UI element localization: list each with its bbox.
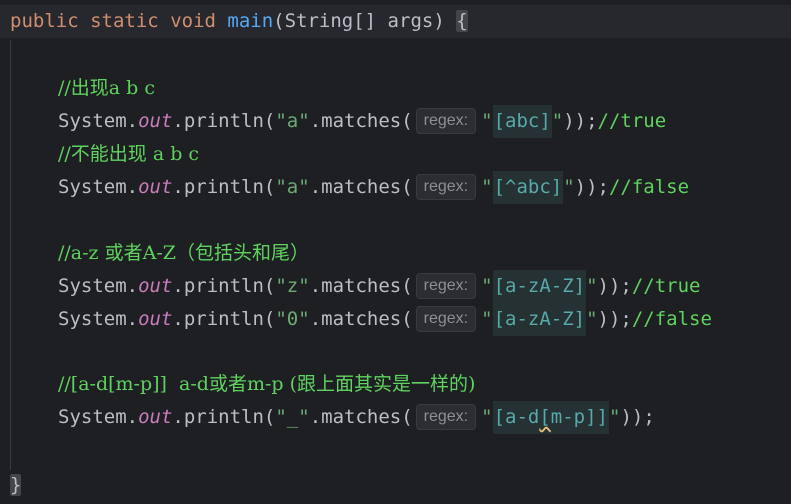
keyword-static: static — [90, 10, 159, 32]
open-quote: " — [481, 406, 493, 428]
code-line-signature[interactable]: public static void main(String[] args) { — [10, 5, 468, 38]
trailing-comment: //false — [608, 176, 690, 198]
keyword-void: void — [170, 10, 216, 32]
code-line-closing-brace[interactable]: } — [10, 469, 22, 502]
subject-string: "0" — [275, 308, 310, 330]
code-line-comment[interactable]: //不能出现 a b c — [58, 138, 199, 171]
out-field: out — [138, 176, 173, 198]
subject-string: "a" — [275, 176, 310, 198]
code-editor[interactable]: public static void main(String[] args) {… — [0, 0, 791, 504]
system-prefix: System. — [58, 176, 139, 198]
open-quote: " — [481, 275, 493, 297]
close-quote: " — [586, 308, 598, 330]
statement-tail: )); — [574, 176, 609, 198]
indent-guide — [10, 40, 11, 470]
println-call: .println( — [172, 110, 276, 132]
matches-call: .matches( — [309, 110, 413, 132]
close-quote: " — [551, 110, 564, 132]
subject-string: "a" — [275, 110, 310, 132]
code-line-comment[interactable]: //出现a b c — [58, 72, 155, 105]
close-quote: " — [608, 406, 621, 428]
subject-string: "z" — [275, 275, 310, 297]
method-name: main — [227, 10, 274, 32]
close-quote: " — [586, 275, 598, 297]
regex-literal: [a-zA-Z] — [492, 303, 587, 336]
inlay-hint-regex: regex: — [415, 107, 477, 134]
println-call: .println( — [172, 308, 276, 330]
regex-part: m-p]] — [550, 406, 608, 428]
inlay-hint-regex: regex: — [415, 403, 477, 430]
matches-call: .matches( — [309, 308, 413, 330]
regex-literal: [abc] — [492, 105, 552, 138]
statement-tail: )); — [620, 406, 655, 428]
code-line-comment[interactable]: //a-z 或者A-Z（包括头和尾） — [58, 237, 309, 270]
matches-call: .matches( — [309, 176, 413, 198]
close-quote: " — [563, 176, 575, 198]
open-brace: { — [456, 10, 468, 32]
println-call: .println( — [172, 275, 276, 297]
trailing-comment: //false — [631, 308, 712, 330]
open-quote: " — [481, 176, 493, 198]
comment-text: //a-z 或者A-Z（包括头和尾） — [58, 242, 309, 264]
trailing-comment: //true — [597, 110, 667, 132]
trailing-comment: //true — [631, 275, 701, 297]
inlay-hint-regex: regex: — [415, 272, 477, 299]
statement-tail: )); — [563, 110, 598, 132]
println-call: .println( — [172, 176, 276, 198]
inlay-hint-regex: regex: — [415, 173, 477, 200]
matches-call: .matches( — [309, 406, 413, 428]
system-prefix: System. — [58, 406, 139, 428]
system-prefix: System. — [58, 110, 139, 132]
out-field: out — [138, 406, 173, 428]
system-prefix: System. — [58, 275, 139, 297]
open-quote: " — [481, 308, 493, 330]
out-field: out — [138, 308, 173, 330]
out-field: out — [138, 275, 173, 297]
comment-text: //[a-d[m-p]] a-d或者m-p (跟上面其实是一样的) — [58, 373, 476, 395]
method-params: (String[] args) — [273, 10, 457, 32]
code-line-statement[interactable]: System.out.println("a".matches(regex: "[a… — [58, 105, 666, 138]
code-line-comment[interactable]: //[a-d[m-p]] a-d或者m-p (跟上面其实是一样的) — [58, 368, 475, 401]
out-field: out — [138, 110, 173, 132]
comment-text: //出现a b c — [58, 77, 156, 99]
system-prefix: System. — [58, 308, 139, 330]
code-line-statement[interactable]: System.out.println("_".matches(regex: "[a… — [58, 401, 655, 434]
regex-literal: [a-zA-Z] — [492, 270, 587, 303]
regex-literal: [^abc] — [492, 171, 564, 204]
println-call: .println( — [172, 406, 276, 428]
open-quote: " — [481, 110, 493, 132]
subject-string: "_" — [275, 406, 310, 428]
code-line-statement[interactable]: System.out.println("0".matches(regex: "[a… — [58, 303, 712, 336]
inlay-hint-regex: regex: — [415, 305, 477, 332]
code-line-statement[interactable]: System.out.println("a".matches(regex: "[^… — [58, 171, 689, 204]
matches-call: .matches( — [309, 275, 413, 297]
regex-literal: [a-d[m-p]] — [492, 401, 609, 434]
regex-warning-bracket[interactable]: [ — [539, 406, 550, 428]
keyword-public: public — [10, 10, 79, 32]
regex-part: [a-d — [493, 406, 540, 428]
code-line-statement[interactable]: System.out.println("z".matches(regex: "[a… — [58, 270, 701, 303]
comment-text: //不能出现 a b c — [58, 143, 200, 165]
statement-tail: )); — [597, 275, 632, 297]
close-brace: } — [10, 474, 22, 496]
statement-tail: )); — [597, 308, 632, 330]
